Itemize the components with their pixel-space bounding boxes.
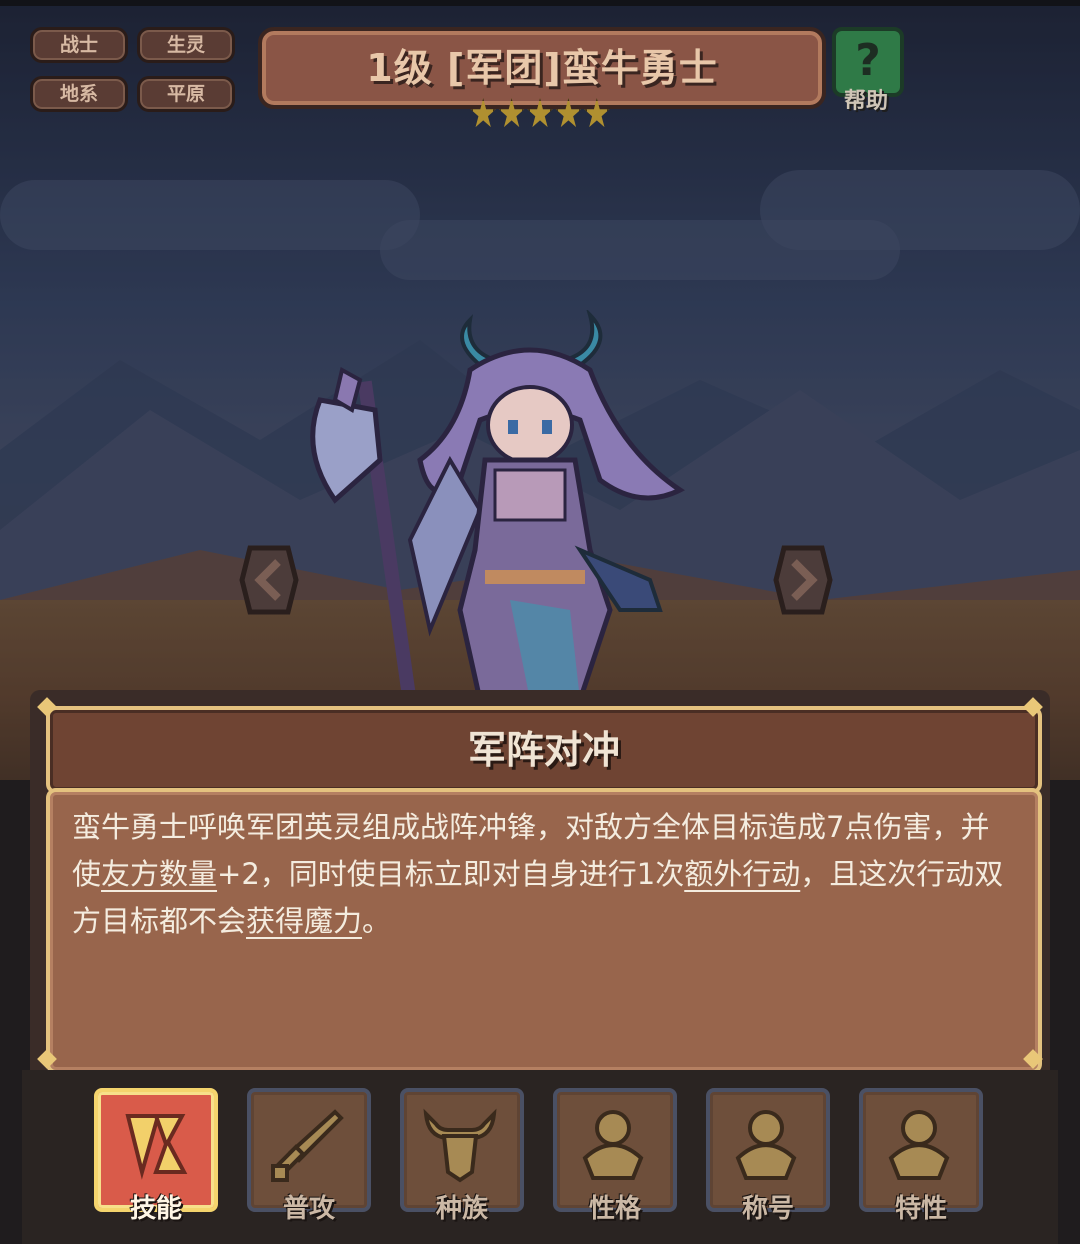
- skill-description-box: 蛮牛勇士呼唤军团英灵组成战阵冲锋，对敌方全体目标造成7点伤害，并使友方数量+2，…: [46, 788, 1042, 1074]
- sword-icon: [271, 1109, 344, 1182]
- tab-label: 性格: [588, 1194, 641, 1224]
- next-unit-button[interactable]: [772, 540, 834, 620]
- tab-label: 称号: [741, 1194, 794, 1224]
- keyword-extra-action[interactable]: 额外行动: [684, 857, 800, 891]
- help-button[interactable]: ? 帮助: [830, 27, 904, 114]
- unit-title: 1级 [军团]蛮牛勇士: [366, 46, 718, 90]
- star-icon: [555, 98, 582, 128]
- tag-element: 地系: [30, 76, 128, 112]
- skill-icon: [125, 1114, 188, 1180]
- tab-title[interactable]: 称号: [706, 1088, 830, 1224]
- tag-type: 生灵: [137, 27, 235, 63]
- star-icon: [584, 98, 610, 128]
- keyword-ally-count[interactable]: 友方数量: [101, 857, 217, 891]
- keyword-gain-mana[interactable]: 获得魔力: [246, 904, 362, 938]
- desc-text: 。: [362, 904, 392, 938]
- skill-description: 蛮牛勇士呼唤军团英灵组成战阵冲锋，对敌方全体目标造成7点伤害，并使友方数量+2，…: [72, 804, 1016, 945]
- star-icon: [470, 98, 496, 128]
- top-edge: [0, 0, 1080, 6]
- tab-skill[interactable]: 技能: [94, 1088, 218, 1224]
- tab-race[interactable]: 种族: [400, 1088, 524, 1224]
- tab-label: 普攻: [282, 1194, 335, 1224]
- trait-icon: [888, 1110, 950, 1180]
- help-label: 帮助: [843, 89, 888, 114]
- prev-unit-button[interactable]: [238, 540, 300, 620]
- tag-terrain: 平原: [137, 76, 235, 112]
- tab-personality[interactable]: 性格: [553, 1088, 677, 1224]
- star-rating: [470, 98, 610, 130]
- bull-head-icon: [423, 1108, 497, 1183]
- tab-label: 特性: [894, 1194, 947, 1224]
- star-icon: [527, 98, 553, 128]
- tab-attack[interactable]: 普攻: [247, 1088, 371, 1224]
- tab-label: 技能: [129, 1194, 182, 1224]
- unit-title-plate: 1级 [军团]蛮牛勇士: [258, 27, 826, 109]
- star-icon: [498, 98, 525, 128]
- tag-class: 战士: [30, 27, 128, 63]
- character-sprite: [310, 310, 685, 710]
- tab-trait[interactable]: 特性: [859, 1088, 983, 1224]
- tab-label: 种族: [435, 1194, 488, 1224]
- title-badge-icon: [735, 1110, 797, 1180]
- skill-name: 军阵对冲: [467, 728, 620, 772]
- skill-header: 军阵对冲: [46, 706, 1042, 794]
- desc-text: +2，同时使目标立即对自身进行1次: [217, 857, 685, 891]
- personality-icon: [582, 1110, 644, 1180]
